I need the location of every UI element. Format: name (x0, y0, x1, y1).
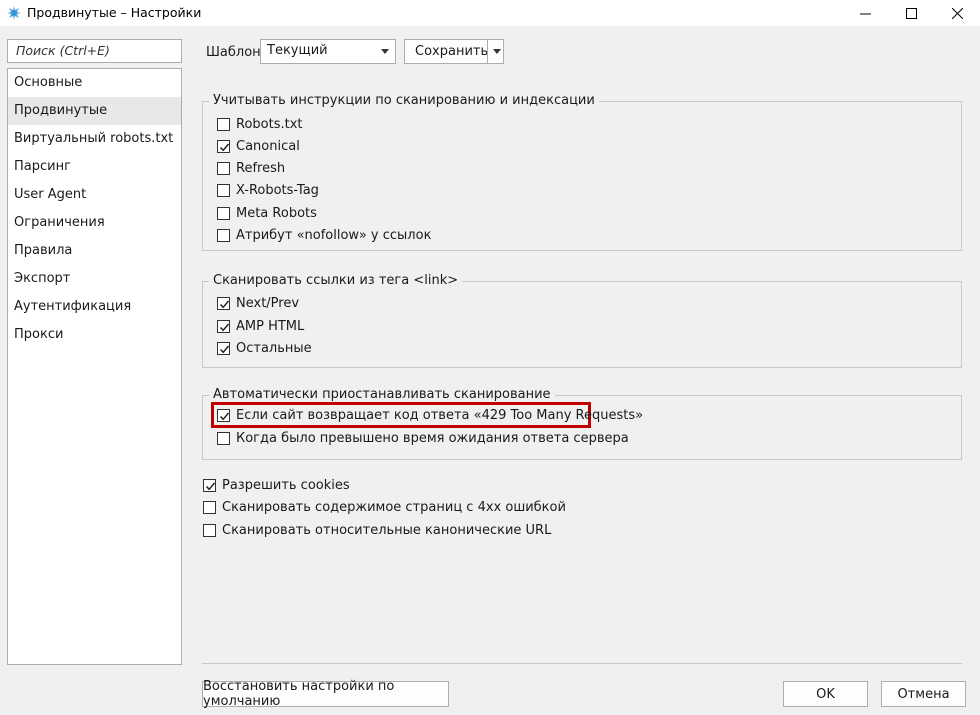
checkbox-box[interactable] (217, 228, 230, 242)
maximize-icon (905, 7, 917, 19)
footer-divider (202, 663, 962, 664)
checkmark-icon (205, 482, 216, 490)
checkbox-label: Meta Robots (236, 205, 317, 221)
template-label: Шаблон: (206, 45, 266, 60)
checkbox-label: Разрешить cookies (222, 477, 350, 493)
group-link-tag-title: Сканировать ссылки из тега <link> (209, 273, 463, 289)
chevron-down-icon (381, 49, 389, 54)
close-icon (951, 7, 963, 19)
ok-button[interactable]: OK (783, 681, 868, 707)
checkbox-label: Атрибут «nofollow» у ссылок (236, 227, 432, 243)
sidebar-item-user-agent[interactable]: User Agent (8, 181, 181, 209)
checkbox-other-links[interactable]: Остальные (217, 338, 312, 358)
checkbox-label: Next/Prev (236, 295, 300, 311)
checkbox-canonical[interactable]: Canonical (217, 136, 300, 156)
checkbox-relative-canonical[interactable]: Сканировать относительные канонические U… (203, 520, 551, 540)
sidebar-item-limits[interactable]: Ограничения (8, 209, 181, 237)
close-button[interactable] (934, 0, 980, 26)
checkbox-box[interactable] (203, 500, 216, 514)
sidebar-item-virtual-robots[interactable]: Виртуальный robots.txt (8, 125, 181, 153)
checkmark-icon (219, 412, 230, 420)
sidebar-item-export[interactable]: Экспорт (8, 265, 181, 293)
checkbox-label: Когда было превышено время ожидания отве… (236, 430, 629, 446)
group-auto-pause-title: Автоматически приостанавливать сканирова… (209, 387, 555, 403)
checkbox-label: Сканировать содержимое страниц с 4xx оши… (222, 499, 566, 515)
group-link-tag: Сканировать ссылки из тега <link> (202, 273, 962, 368)
checkbox-box[interactable] (217, 161, 230, 175)
sidebar-item-basic[interactable]: Основные (8, 69, 181, 97)
save-button[interactable]: Сохранить (404, 39, 504, 64)
checkbox-x-robots-tag[interactable]: X-Robots-Tag (217, 180, 319, 200)
checkbox-refresh[interactable]: Refresh (217, 158, 285, 178)
checkbox-label: Robots.txt (236, 116, 303, 132)
sidebar-item-proxy[interactable]: Прокси (8, 321, 181, 349)
checkbox-box[interactable] (217, 431, 230, 445)
checkbox-timeout-pause[interactable]: Когда было превышено время ожидания отве… (217, 428, 629, 448)
sidebar-item-auth[interactable]: Аутентификация (8, 293, 181, 321)
maximize-button[interactable] (888, 0, 934, 26)
checkbox-robots-txt[interactable]: Robots.txt (217, 114, 303, 134)
checkbox-label: Refresh (236, 160, 286, 176)
checkbox-box[interactable] (217, 183, 230, 197)
sidebar-item-advanced[interactable]: Продвинутые (8, 97, 181, 125)
checkbox-label: AMP HTML (236, 318, 305, 334)
checkbox-scan-4xx[interactable]: Сканировать содержимое страниц с 4xx оши… (203, 497, 566, 517)
checkbox-box[interactable] (217, 408, 230, 422)
app-logo-icon (7, 6, 21, 20)
template-select[interactable]: Текущий (260, 39, 396, 64)
checkbox-box[interactable] (217, 319, 230, 333)
checkbox-box[interactable] (203, 478, 216, 492)
checkbox-box[interactable] (217, 296, 230, 310)
settings-window: Продвинутые – Настройки Поиск (Ctrl+E) О… (0, 0, 980, 715)
checkbox-meta-robots[interactable]: Meta Robots (217, 203, 317, 223)
checkbox-amp-html[interactable]: AMP HTML (217, 316, 304, 336)
checkbox-label: Остальные (236, 340, 312, 356)
checkbox-429-pause[interactable]: Если сайт возвращает код ответа «429 Too… (217, 405, 643, 425)
checkmark-icon (219, 143, 230, 151)
checkmark-icon (219, 345, 230, 353)
checkmark-icon (219, 323, 230, 331)
sidebar-item-parsing[interactable]: Парсинг (8, 153, 181, 181)
checkbox-box[interactable] (217, 206, 230, 220)
checkbox-next-prev[interactable]: Next/Prev (217, 293, 299, 313)
checkbox-box[interactable] (217, 139, 230, 153)
cancel-button[interactable]: Отмена (881, 681, 966, 707)
checkbox-label: X-Robots-Tag (236, 182, 319, 198)
title-bar: Продвинутые – Настройки (0, 0, 980, 26)
window-title: Продвинутые – Настройки (27, 5, 202, 20)
search-input[interactable]: Поиск (Ctrl+E) (7, 39, 182, 63)
save-button-divider (487, 40, 488, 63)
checkmark-icon (219, 300, 230, 308)
minimize-icon (859, 13, 871, 14)
group-indexing-title: Учитывать инструкции по сканированию и и… (209, 93, 599, 109)
save-button-label: Сохранить (415, 44, 489, 59)
checkbox-box[interactable] (217, 117, 230, 131)
checkbox-label: Сканировать относительные канонические U… (222, 522, 552, 538)
template-value: Текущий (267, 43, 328, 58)
checkbox-allow-cookies[interactable]: Разрешить cookies (203, 475, 350, 495)
checkbox-nofollow[interactable]: Атрибут «nofollow» у ссылок (217, 225, 431, 245)
checkbox-box[interactable] (203, 523, 216, 537)
minimize-button[interactable] (842, 0, 888, 26)
sidebar-item-rules[interactable]: Правила (8, 237, 181, 265)
checkbox-label: Если сайт возвращает код ответа «429 Too… (236, 407, 644, 423)
chevron-down-icon[interactable] (493, 49, 501, 54)
checkbox-box[interactable] (217, 341, 230, 355)
sidebar-nav: Основные Продвинутые Виртуальный robots.… (7, 68, 182, 665)
checkbox-label: Canonical (236, 138, 300, 154)
restore-defaults-button[interactable]: Восстановить настройки по умолчанию (202, 679, 449, 709)
